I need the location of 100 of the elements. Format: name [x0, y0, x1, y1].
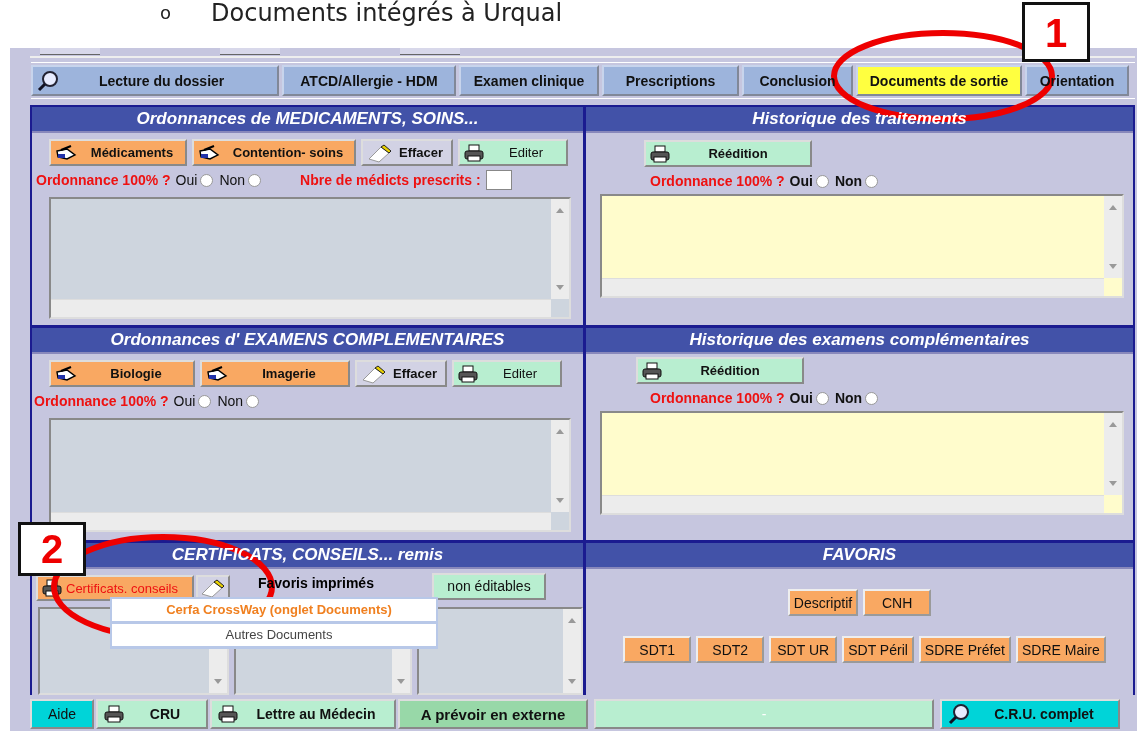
- tab[interactable]: ATCD/Allergie - HDM: [282, 65, 456, 96]
- scroll-down-icon: [1108, 264, 1118, 270]
- vertical-scrollbar[interactable]: [551, 199, 569, 299]
- option-label: Non: [834, 390, 863, 406]
- scroll-up-icon: [567, 617, 577, 623]
- menu-item[interactable]: Autres Documents: [112, 624, 436, 647]
- question-label: Ordonnance 100% ?: [36, 172, 171, 188]
- list-box[interactable]: [49, 418, 571, 532]
- favorite-button[interactable]: SDT Péril: [842, 636, 914, 663]
- scroll-down-icon: [396, 679, 407, 685]
- count-field[interactable]: [485, 170, 512, 190]
- panel-title: Ordonnances de MEDICAMENTS, SOINS...: [32, 107, 583, 133]
- list-box[interactable]: [49, 197, 571, 319]
- panel-title: FAVORIS: [586, 543, 1133, 569]
- prescription-button[interactable]: Contention- soins: [192, 139, 356, 166]
- question-label: Ordonnance 100% ?: [650, 390, 785, 406]
- favorite-button[interactable]: Descriptif: [787, 589, 859, 616]
- radio-button[interactable]: [246, 394, 260, 408]
- scroll-up-icon: [1108, 421, 1118, 427]
- scroll-down-icon: [1108, 481, 1118, 487]
- radio-button[interactable]: [815, 174, 829, 188]
- vertical-scrollbar[interactable]: [563, 609, 581, 693]
- radio-button[interactable]: [198, 394, 212, 408]
- print-button[interactable]: Editer: [458, 139, 568, 166]
- printer-icon: [642, 361, 662, 380]
- list-box[interactable]: [417, 607, 583, 695]
- scroll-up-icon: [555, 428, 565, 434]
- eraser-icon: [361, 363, 387, 384]
- list-box[interactable]: [600, 411, 1124, 515]
- printer-icon: [42, 579, 62, 597]
- reprint-button[interactable]: Réédition: [644, 140, 812, 167]
- favorite-button[interactable]: SDRE Maire: [1016, 636, 1106, 663]
- non-editable-button[interactable]: non éditables: [432, 572, 546, 600]
- option-label: Oui: [175, 172, 198, 188]
- radio-button[interactable]: [865, 391, 879, 405]
- external-button[interactable]: A prévoir en externe: [398, 699, 588, 729]
- input-field[interactable]: [40, 48, 100, 55]
- horizontal-scrollbar[interactable]: [602, 278, 1104, 296]
- panel-title: Historique des examens complémentaires: [586, 328, 1133, 354]
- tab[interactable]: Examen clinique: [459, 65, 599, 96]
- pen-hand-icon: [55, 144, 77, 161]
- vertical-scrollbar[interactable]: [1104, 196, 1122, 278]
- favorite-button[interactable]: CNH: [863, 589, 932, 616]
- help-button[interactable]: Aide: [30, 699, 94, 729]
- print-button[interactable]: Editer: [452, 360, 562, 387]
- scroll-up-icon: [555, 207, 565, 213]
- scroll-down-icon: [555, 285, 565, 291]
- printer-icon: [650, 144, 670, 163]
- favorite-button[interactable]: SDT UR: [769, 636, 838, 663]
- search-icon: [37, 69, 59, 92]
- tab[interactable]: Lecture du dossier: [31, 65, 279, 96]
- status-field: -: [594, 699, 934, 729]
- tab[interactable]: Documents de sortie: [856, 65, 1022, 96]
- list-box[interactable]: [600, 194, 1124, 298]
- question-label: Ordonnance 100% ?: [34, 393, 169, 409]
- panel-title: Historique des traitements: [586, 107, 1133, 133]
- printer-icon: [104, 705, 124, 723]
- callout-number: 2: [18, 522, 86, 576]
- input-field[interactable]: [220, 48, 280, 55]
- horizontal-scrollbar[interactable]: [51, 512, 551, 530]
- callout-number: 1: [1022, 2, 1090, 62]
- favorite-button[interactable]: SDT2: [696, 636, 765, 663]
- print-button[interactable]: Lettre au Médecin: [210, 699, 396, 729]
- radio-button[interactable]: [200, 173, 214, 187]
- prescription-button[interactable]: Biologie: [49, 360, 195, 387]
- scroll-up-icon: [1108, 204, 1118, 210]
- vertical-scrollbar[interactable]: [551, 420, 569, 512]
- printer-icon: [458, 364, 478, 383]
- search-icon: [948, 703, 970, 725]
- eraser-icon: [367, 142, 393, 163]
- option-label: Oui: [789, 173, 813, 189]
- heading-text: Documents intégrés à Urqual: [211, 0, 563, 26]
- favorite-button[interactable]: SDRE Préfet: [918, 636, 1011, 663]
- field-label: Nbre de médicts prescrits :: [300, 172, 481, 188]
- reprint-button[interactable]: Réédition: [636, 357, 804, 384]
- vertical-scrollbar[interactable]: [1104, 413, 1122, 495]
- erase-button[interactable]: Effacer: [361, 139, 453, 166]
- favorite-button[interactable]: SDT1: [623, 636, 692, 663]
- option-label: Non: [834, 173, 863, 189]
- horizontal-scrollbar[interactable]: [602, 495, 1104, 513]
- prescription-button[interactable]: Médicaments: [49, 139, 187, 166]
- option-label: Oui: [173, 393, 196, 409]
- scroll-down-icon: [213, 679, 224, 685]
- input-field[interactable]: [400, 48, 460, 55]
- horizontal-scrollbar[interactable]: [51, 299, 551, 317]
- print-button[interactable]: CRU: [96, 699, 208, 729]
- option-label: Non: [217, 393, 244, 409]
- pen-hand-icon: [55, 365, 77, 382]
- erase-button[interactable]: Effacer: [355, 360, 447, 387]
- scroll-down-icon: [555, 498, 565, 504]
- search-button[interactable]: C.R.U. complet: [940, 699, 1120, 729]
- panel-title: Ordonnances d' EXAMENS COMPLEMENTAIRES: [32, 328, 583, 354]
- printer-icon: [464, 143, 484, 162]
- tab[interactable]: Prescriptions: [602, 65, 739, 96]
- option-label: Oui: [789, 390, 813, 406]
- prescription-button[interactable]: Imagerie: [200, 360, 350, 387]
- scroll-down-icon: [567, 679, 577, 685]
- radio-button[interactable]: [815, 391, 829, 405]
- radio-button[interactable]: [248, 173, 262, 187]
- radio-button[interactable]: [865, 174, 879, 188]
